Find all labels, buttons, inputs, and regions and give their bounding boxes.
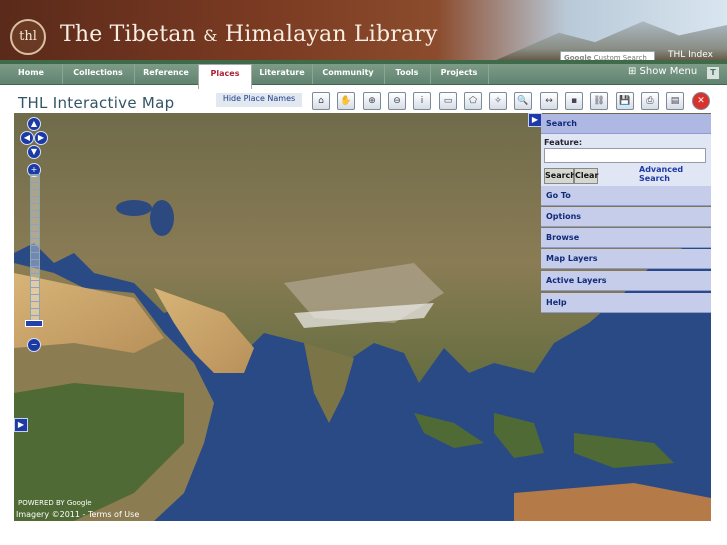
help-section[interactable]: Help	[541, 293, 711, 313]
nav-community[interactable]: Community	[312, 64, 385, 84]
thl-logo[interactable]: thl	[10, 19, 46, 55]
collapse-search-panel-icon[interactable]: ▶	[528, 113, 542, 127]
site-title-part2: Himalayan Library	[224, 22, 438, 47]
zoom-out-button[interactable]: −	[27, 338, 41, 352]
options-section[interactable]: Options	[541, 207, 711, 227]
search-button[interactable]: Search	[544, 168, 576, 184]
pan-hand-icon[interactable]: ✋	[337, 92, 355, 110]
pan-right-button[interactable]: ▶	[34, 131, 48, 145]
active-layers-section[interactable]: Active Layers	[541, 271, 711, 291]
hide-place-names-button[interactable]: Hide Place Names	[216, 93, 302, 107]
goto-section[interactable]: Go To	[541, 186, 711, 206]
save-icon[interactable]: 💾	[616, 92, 634, 110]
site-title[interactable]: The Tibetan & Himalayan Library	[60, 22, 438, 47]
select-area-icon[interactable]: ▭	[439, 92, 457, 110]
google-logo: POWERED BY Google	[18, 499, 92, 507]
home-icon[interactable]: ⌂	[312, 92, 330, 110]
advanced-search-link[interactable]: Advanced Search	[639, 165, 711, 183]
print-icon[interactable]: ⎙	[641, 92, 659, 110]
select-polygon-icon[interactable]: ⬠	[464, 92, 482, 110]
imagery-credit[interactable]: Imagery ©2011 - Terms of Use	[16, 510, 139, 519]
site-title-part1: The Tibetan	[60, 22, 196, 47]
find-icon[interactable]: 🔍	[514, 92, 532, 110]
info-icon[interactable]: i	[413, 92, 431, 110]
t-button[interactable]: T	[707, 67, 719, 79]
expand-left-panel-icon[interactable]: ▶	[14, 418, 28, 432]
pan-up-button[interactable]: ▲	[27, 117, 41, 131]
feature-search-input[interactable]	[544, 148, 706, 163]
google-search-placeholder: Custom Search	[593, 54, 647, 62]
nav-projects[interactable]: Projects	[430, 64, 489, 84]
pan-left-button[interactable]: ◀	[20, 131, 34, 145]
nav-literature[interactable]: Literature	[252, 64, 313, 84]
nav-reference[interactable]: Reference	[134, 64, 199, 84]
nav-home[interactable]: Home	[0, 64, 63, 84]
zoom-slider-handle[interactable]	[25, 320, 43, 327]
search-section-header[interactable]: Search	[541, 114, 711, 134]
search-form: Feature: Search Clear Advanced Search	[541, 134, 711, 186]
measure-icon[interactable]: ↔	[540, 92, 558, 110]
page-title: THL Interactive Map	[18, 94, 175, 112]
nav-tools[interactable]: Tools	[384, 64, 431, 84]
notes-icon[interactable]: ▤	[666, 92, 684, 110]
zoom-box-icon[interactable]: ⊕	[363, 92, 381, 110]
navigate-icon[interactable]: ✧	[489, 92, 507, 110]
google-search-input[interactable]: Google Custom Search	[560, 51, 655, 64]
show-menu-button[interactable]: ⊞ Show Menu	[628, 66, 697, 77]
main-nav: Home Collections Reference Places Litera…	[0, 64, 727, 89]
thl-index-link[interactable]: THL Index	[668, 50, 713, 60]
zoom-slider[interactable]	[30, 174, 40, 324]
close-icon[interactable]: ✕	[692, 92, 710, 110]
link-icon[interactable]: ⛓	[590, 92, 608, 110]
feature-label: Feature:	[544, 138, 583, 147]
layer-icon[interactable]: ▪	[565, 92, 583, 110]
browse-section[interactable]: Browse	[541, 228, 711, 248]
nav-places[interactable]: Places	[198, 64, 252, 89]
nav-collections[interactable]: Collections	[62, 64, 135, 84]
map-layers-section[interactable]: Map Layers	[541, 249, 711, 269]
search-panel: Search Feature: Search Clear Advanced Se…	[541, 114, 711, 314]
site-banner: thl The Tibetan & Himalayan Library Goog…	[0, 0, 727, 64]
google-label: Google	[564, 54, 592, 62]
zoom-out-icon[interactable]: ⊖	[388, 92, 406, 110]
clear-button[interactable]: Clear	[574, 168, 598, 184]
pan-down-button[interactable]: ▼	[27, 145, 41, 159]
site-title-amp: &	[203, 26, 218, 45]
